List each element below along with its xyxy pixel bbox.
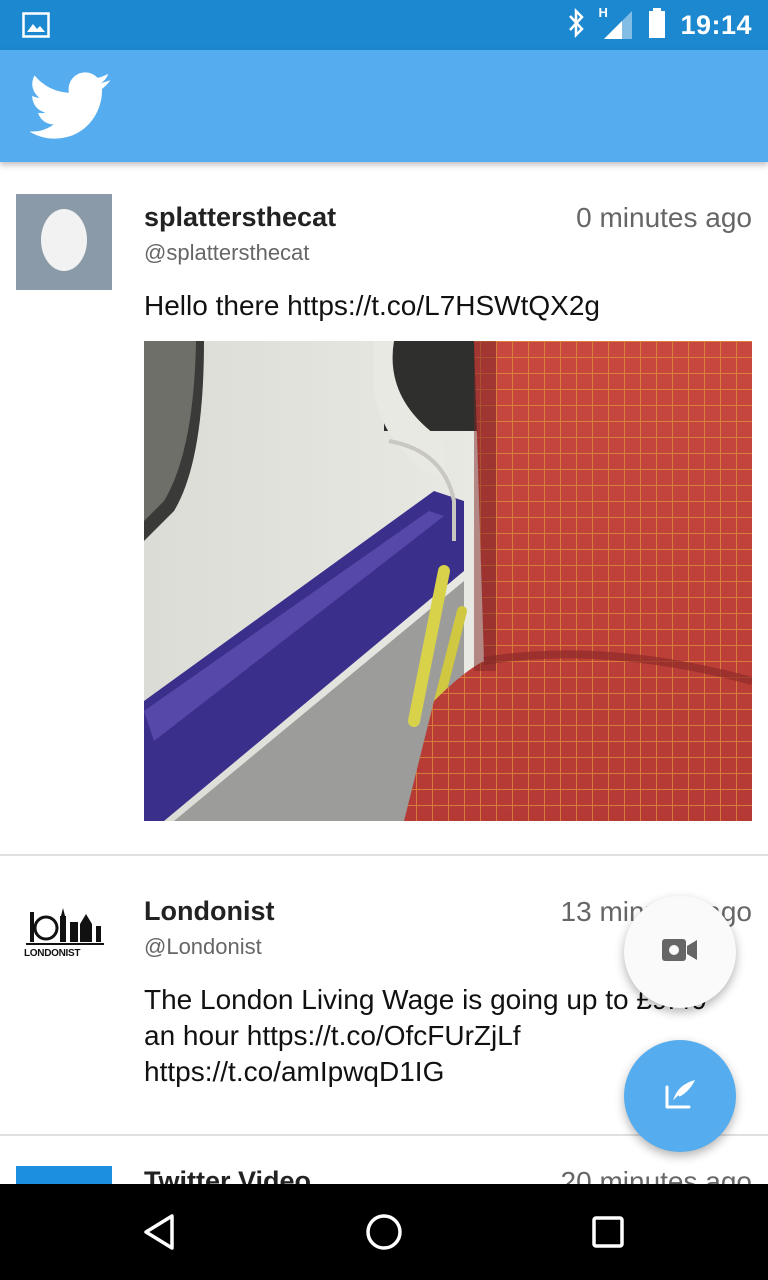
status-clock: 19:14 [680, 9, 752, 40]
tweet-timestamp: 20 minutes ago [560, 1166, 752, 1184]
compose-tweet-button[interactable] [624, 1040, 736, 1152]
tweet-text: Hello there https://t.co/L7HSWtQX2g [144, 290, 600, 321]
image-notification-icon [22, 12, 50, 42]
tweet-author-name[interactable]: splattersthecat [144, 202, 336, 233]
app-bar [0, 50, 768, 162]
network-type-label: H [598, 5, 608, 20]
system-nav-bar [0, 1184, 768, 1280]
battery-icon [648, 7, 666, 43]
tweet-timestamp: 0 minutes ago [576, 202, 752, 233]
back-icon[interactable] [134, 1206, 186, 1258]
tweet-feed[interactable]: splattersthecat 0 minutes ago @splatters… [0, 162, 768, 1184]
twitter-bird-icon[interactable] [28, 72, 112, 144]
tweet-author-handle[interactable]: @Londonist [144, 934, 262, 960]
video-camera-icon [662, 937, 698, 967]
default-egg-avatar[interactable] [16, 194, 112, 290]
tweet-author-handle[interactable]: @splattersthecat [144, 240, 309, 266]
recents-icon[interactable] [582, 1206, 634, 1258]
tweet-media-image[interactable] [144, 341, 754, 821]
tweet-item[interactable]: splattersthecat 0 minutes ago @splatters… [0, 162, 768, 854]
video-record-button[interactable] [624, 896, 736, 1008]
londonist-logo-label: LONDONIST [24, 948, 81, 959]
status-bar: H 19:14 [0, 0, 768, 50]
home-icon[interactable] [358, 1206, 410, 1258]
londonist-logo[interactable]: LONDONIST [16, 888, 112, 984]
compose-tweet-icon [663, 1077, 697, 1115]
bluetooth-icon [566, 7, 586, 43]
twitter-video-avatar[interactable] [16, 1166, 112, 1184]
tweet-author-name[interactable]: Twitter Video [144, 1166, 311, 1184]
tweet-author-name[interactable]: Londonist [144, 896, 274, 927]
signal-icon: H [598, 5, 634, 41]
